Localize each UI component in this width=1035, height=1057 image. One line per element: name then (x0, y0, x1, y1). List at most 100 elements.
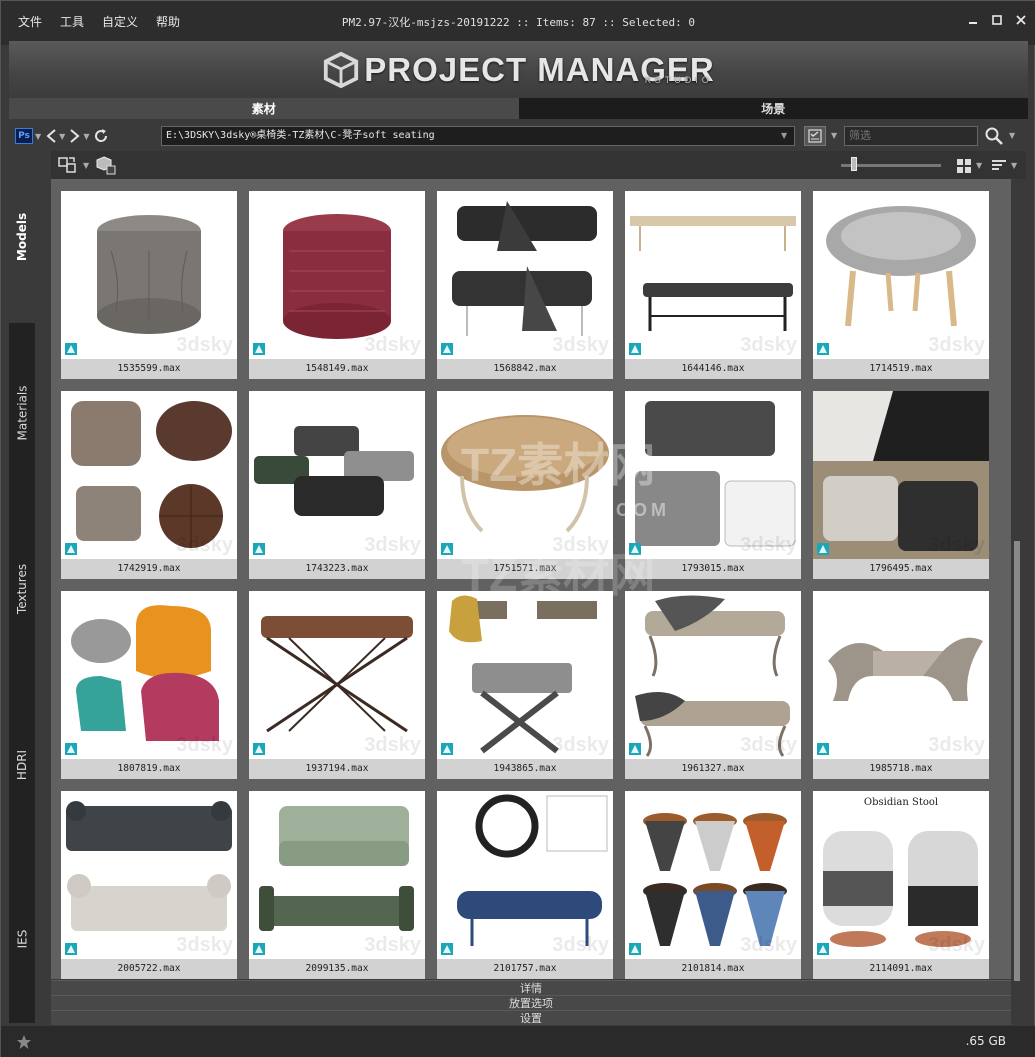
asset-card[interactable]: 3dsky 1535599.max (61, 191, 237, 379)
asset-card[interactable]: 3dsky 1568842.max (437, 191, 613, 379)
asset-card[interactable]: 3dsky 2101814.max (625, 791, 801, 979)
thumbnail-size-handle[interactable] (851, 157, 857, 171)
asset-thumbnail[interactable]: 3dsky (625, 591, 801, 759)
asset-thumbnail[interactable]: 3dsky (813, 391, 989, 559)
asset-card[interactable]: 3dsky 1985718.max (813, 591, 989, 779)
asset-card[interactable]: 3dsky 1796495.max (813, 391, 989, 579)
asset-card[interactable]: Obsidian Stool 3dsky 2114091.max (813, 791, 989, 979)
grid-scrollbar-thumb[interactable] (1014, 541, 1020, 981)
menu-tools[interactable]: 工具 (51, 11, 93, 32)
asset-card[interactable]: 3dsky 1714519.max (813, 191, 989, 379)
disk-size-label: .65 GB (965, 1034, 1006, 1048)
header-banner: PROJECT MANAGER KSTUDIO (9, 41, 1028, 98)
forward-icon[interactable] (69, 125, 81, 147)
photoshop-icon[interactable]: Ps (15, 128, 33, 144)
max-file-icon (629, 543, 641, 555)
asset-thumbnail[interactable]: 3dsky (437, 191, 613, 359)
asset-thumbnail[interactable]: Obsidian Stool 3dsky (813, 791, 989, 959)
asset-thumbnail[interactable]: 3dsky (61, 191, 237, 359)
asset-card[interactable]: 3dsky 1807819.max (61, 591, 237, 779)
back-dropdown-icon[interactable]: ▼ (59, 132, 65, 141)
expander-placement-options[interactable]: 放置选项 (51, 995, 1011, 1010)
asset-thumbnail[interactable]: 3dsky (61, 591, 237, 759)
asset-card[interactable]: 3dsky 2101757.max (437, 791, 613, 979)
sync-dropdown-icon[interactable]: ▼ (83, 161, 89, 170)
asset-grid: 3dsky 1535599.max 3dsky 1548149.max 3dsky 156… (51, 179, 1011, 979)
expander-settings[interactable]: 设置 (51, 1010, 1011, 1025)
path-dropdown-icon[interactable]: ▼ (781, 131, 787, 140)
sort-icon[interactable] (991, 158, 1007, 174)
filter-dropdown-icon[interactable]: ▼ (831, 131, 837, 140)
sort-dropdown-icon[interactable]: ▼ (1011, 161, 1017, 170)
asset-thumbnail[interactable]: 3dsky (437, 591, 613, 759)
asset-card[interactable]: 3dsky 2005722.max (61, 791, 237, 979)
asset-thumbnail[interactable]: 3dsky (625, 391, 801, 559)
side-tab-ies[interactable]: IES (9, 855, 35, 1023)
thumbnail-watermark: 3dsky (176, 334, 233, 356)
path-field[interactable]: E:\3DSKY\3dsky®桌椅类-TZ素材\C-凳子soft seating (161, 126, 795, 146)
asset-card[interactable]: 3dsky 1943865.max (437, 591, 613, 779)
side-tab-models[interactable]: Models (9, 151, 35, 323)
asset-card[interactable]: 3dsky 1793015.max (625, 391, 801, 579)
max-file-icon (817, 343, 829, 355)
view-toolbar: ▼ ▼ ▼ (51, 151, 1026, 179)
sync-icon[interactable] (57, 155, 79, 175)
back-icon[interactable] (45, 125, 57, 147)
expander-details[interactable]: 详情 (51, 980, 1011, 995)
grid-view-icon[interactable] (956, 158, 972, 174)
add-model-icon[interactable] (95, 155, 117, 175)
asset-thumbnail[interactable]: 3dsky (61, 391, 237, 559)
asset-filename: 1807819.max (61, 759, 237, 779)
asset-card[interactable]: 3dsky 1644146.max (625, 191, 801, 379)
asset-thumbnail[interactable]: 3dsky (249, 191, 425, 359)
asset-thumbnail[interactable]: 3dsky (437, 791, 613, 959)
asset-card[interactable]: 3dsky 1742919.max (61, 391, 237, 579)
app-window: 文件 工具 自定义 帮助 PM2.97-汉化-msjzs-20191222 ::… (0, 0, 1035, 1057)
side-tab-textures[interactable]: Textures (9, 503, 35, 675)
asset-filename: 1644146.max (625, 359, 801, 379)
side-tab-materials[interactable]: Materials (9, 327, 35, 499)
filter-button[interactable] (804, 126, 826, 146)
side-tab-hdri[interactable]: HDRI (9, 679, 35, 851)
search-dropdown-icon[interactable]: ▼ (1009, 131, 1015, 140)
asset-card[interactable]: 3dsky 1548149.max (249, 191, 425, 379)
max-file-icon (253, 543, 265, 555)
asset-card[interactable]: 3dsky 1937194.max (249, 591, 425, 779)
menu-help[interactable]: 帮助 (147, 11, 189, 32)
ps-dropdown-icon[interactable]: ▼ (35, 132, 41, 141)
maximize-icon[interactable] (988, 11, 1006, 29)
main-tabs: 素材 场景 (9, 98, 1028, 119)
asset-thumbnail[interactable]: 3dsky (249, 391, 425, 559)
asset-filename: 2101814.max (625, 959, 801, 979)
max-file-icon (65, 543, 77, 555)
search-icon[interactable] (984, 126, 1004, 146)
forward-dropdown-icon[interactable]: ▼ (83, 132, 89, 141)
menu-file[interactable]: 文件 (9, 11, 51, 32)
asset-thumbnail[interactable]: 3dsky (437, 391, 613, 559)
minimize-icon[interactable] (964, 11, 982, 29)
favorites-star-icon[interactable] (16, 1034, 32, 1050)
thumbnail-watermark: 3dsky (364, 934, 421, 956)
view-dropdown-icon[interactable]: ▼ (976, 161, 982, 170)
asset-filename: 1743223.max (249, 559, 425, 579)
menu-customize[interactable]: 自定义 (93, 11, 147, 32)
asset-card[interactable]: 3dsky 2099135.max (249, 791, 425, 979)
refresh-icon[interactable] (93, 125, 109, 147)
max-file-icon (253, 743, 265, 755)
asset-thumbnail[interactable]: 3dsky (249, 591, 425, 759)
tab-assets[interactable]: 素材 (9, 98, 519, 119)
asset-card[interactable]: 3dsky 1961327.max (625, 591, 801, 779)
close-icon[interactable] (1012, 11, 1030, 29)
asset-card[interactable]: 3dsky 1751571.max (437, 391, 613, 579)
asset-thumbnail[interactable]: 3dsky (625, 191, 801, 359)
tab-scenes[interactable]: 场景 (518, 98, 1028, 119)
asset-thumbnail[interactable]: 3dsky (249, 791, 425, 959)
max-file-icon (817, 743, 829, 755)
asset-filename: 2005722.max (61, 959, 237, 979)
asset-card[interactable]: 3dsky 1743223.max (249, 391, 425, 579)
asset-thumbnail[interactable]: 3dsky (625, 791, 801, 959)
asset-thumbnail[interactable]: 3dsky (813, 191, 989, 359)
asset-thumbnail[interactable]: 3dsky (61, 791, 237, 959)
filter-input[interactable] (844, 126, 978, 146)
asset-thumbnail[interactable]: 3dsky (813, 591, 989, 759)
